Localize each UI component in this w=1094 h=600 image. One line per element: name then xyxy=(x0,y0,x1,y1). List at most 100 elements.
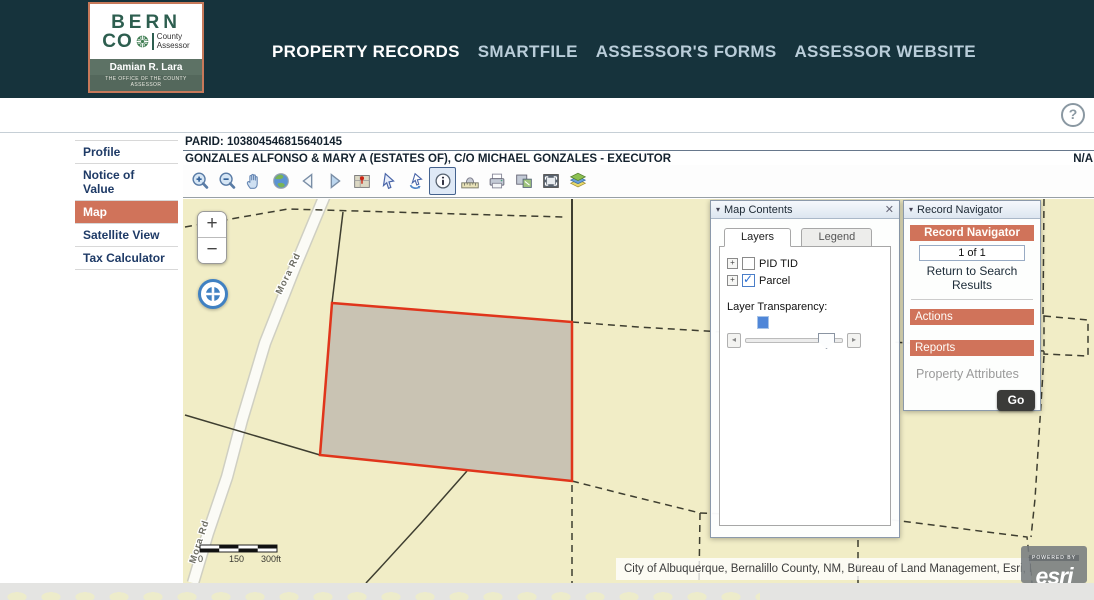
right-value: N/A xyxy=(1073,153,1094,165)
map-zoom-out-button[interactable]: − xyxy=(198,237,226,263)
map-contents-body: Layers Legend + PID TID + ✓ Parcel Layer… xyxy=(711,219,899,526)
reports-section-header[interactable]: Reports xyxy=(910,340,1034,356)
tool-pan[interactable] xyxy=(240,167,267,195)
map-zoom-in-button[interactable]: + xyxy=(198,212,226,237)
target-icon xyxy=(203,284,223,304)
export-map-icon xyxy=(513,170,535,192)
map-canvas[interactable]: Mora Rd Mora Rd 0 150 300ft + − xyxy=(183,199,1094,583)
tool-layers[interactable] xyxy=(564,167,591,195)
record-navigator-titlebar[interactable]: ▾ Record Navigator xyxy=(904,201,1040,219)
scale-bar: 0 150 300ft xyxy=(198,545,282,564)
tool-zoom-out[interactable] xyxy=(213,167,240,195)
logo-line1: BERN xyxy=(111,14,181,32)
logo-tagline: THE OFFICE OF THE COUNTY ASSESSOR xyxy=(90,75,202,91)
county-assessor-logo: BERN CO County xyxy=(88,2,204,93)
map-toolbar xyxy=(183,165,1094,198)
sidebar-item-satellite-view[interactable]: Satellite View xyxy=(75,223,178,246)
map-contents-titlebar[interactable]: ▾ Map Contents ✕ xyxy=(711,201,899,219)
map-contents-panel: ▾ Map Contents ✕ Layers Legend + PID TID xyxy=(710,200,900,538)
parcel-line xyxy=(185,415,320,455)
selected-parcel-polygon[interactable] xyxy=(320,303,572,481)
return-to-search-results-link[interactable]: Return to Search Results xyxy=(909,264,1035,292)
tool-full-extent[interactable] xyxy=(267,167,294,195)
clear-selection-icon xyxy=(405,170,427,192)
sidebar-item-notice-of-value[interactable]: Notice of Value xyxy=(75,163,178,200)
tool-print[interactable] xyxy=(483,167,510,195)
tool-next-extent[interactable] xyxy=(321,167,348,195)
transparency-value-handle[interactable] xyxy=(757,316,769,329)
nav-property-records[interactable]: PROPERTY RECORDS xyxy=(272,42,460,62)
map-contents-title: Map Contents xyxy=(724,204,792,216)
transparency-label: Layer Transparency: xyxy=(727,301,883,313)
record-navigator-banner: Record Navigator xyxy=(910,225,1034,241)
map-attribution: City of Albuquerque, Bernalillo County, … xyxy=(616,558,1031,580)
default-extent-button[interactable] xyxy=(198,279,228,309)
sub-toolbar: ? xyxy=(0,98,1094,133)
full-screen-icon xyxy=(540,170,562,192)
sidebar-item-map[interactable]: Map xyxy=(75,200,178,223)
layers-tab-content: + PID TID + ✓ Parcel Layer Transparency:… xyxy=(719,246,891,526)
parcel-checkbox[interactable]: ✓ xyxy=(742,274,755,287)
record-navigator-panel: ▾ Record Navigator Record Navigator 1 of… xyxy=(903,200,1041,411)
parcel-line xyxy=(332,212,343,303)
layer-label-pid-tid: PID TID xyxy=(759,258,798,270)
help-icon[interactable]: ? xyxy=(1061,103,1085,127)
record-navigator-body: Record Navigator 1 of 1 Return to Search… xyxy=(904,219,1040,415)
overview-map-icon xyxy=(351,170,373,192)
esri-logo: POWERED BY esri xyxy=(1021,546,1087,583)
logo-line2: CO xyxy=(102,32,133,51)
expand-icon[interactable]: + xyxy=(727,258,738,269)
parcel-line xyxy=(366,471,467,583)
slider-right-arrow[interactable]: ▸ xyxy=(847,333,861,348)
slider-track[interactable] xyxy=(745,338,843,343)
zoom-out-icon xyxy=(216,170,238,192)
tab-legend[interactable]: Legend xyxy=(801,228,872,247)
close-icon[interactable]: ✕ xyxy=(885,203,894,216)
sidebar-item-profile[interactable]: Profile xyxy=(75,140,178,163)
tool-previous-extent[interactable] xyxy=(294,167,321,195)
sidebar-item-tax-calculator[interactable]: Tax Calculator xyxy=(75,246,178,269)
assessor-name: Damian R. Lara xyxy=(90,59,202,75)
collapse-icon[interactable]: ▾ xyxy=(716,205,720,214)
globe-icon xyxy=(270,170,292,192)
scale-tick-0: 0 xyxy=(198,554,203,564)
collapse-icon[interactable]: ▾ xyxy=(909,205,913,214)
tool-export-map[interactable] xyxy=(510,167,537,195)
pid-tid-checkbox[interactable] xyxy=(742,257,755,270)
slider-thumb[interactable] xyxy=(818,333,835,349)
tab-layers[interactable]: Layers xyxy=(724,228,791,247)
property-attributes-label: Property Attributes xyxy=(909,367,1035,381)
measure-icon xyxy=(459,170,481,192)
print-icon xyxy=(486,170,508,192)
powered-by-label: POWERED BY xyxy=(1029,555,1079,561)
tool-measure[interactable] xyxy=(456,167,483,195)
tool-full-screen[interactable] xyxy=(537,167,564,195)
parcel-line xyxy=(1044,316,1088,356)
scale-tick-150: 150 xyxy=(229,554,244,564)
check-icon: ✓ xyxy=(743,272,753,286)
tool-clear-selection[interactable] xyxy=(402,167,429,195)
tool-zoom-in[interactable] xyxy=(186,167,213,195)
go-button[interactable]: Go xyxy=(997,390,1035,411)
slider-left-arrow[interactable]: ◂ xyxy=(727,333,741,348)
nav-assessor-website[interactable]: ASSESSOR WEBSITE xyxy=(794,42,975,62)
logo-dept: County Assessor xyxy=(152,33,190,51)
actions-section-header[interactable]: Actions xyxy=(910,309,1034,325)
tool-select[interactable] xyxy=(375,167,402,195)
next-extent-icon xyxy=(324,170,346,192)
nav-smartfile[interactable]: SMARTFILE xyxy=(478,42,578,62)
record-position-field[interactable]: 1 of 1 xyxy=(919,245,1025,261)
nav-assessors-forms[interactable]: ASSESSOR'S FORMS xyxy=(596,42,777,62)
parcel-line xyxy=(185,209,563,227)
identify-icon xyxy=(432,170,454,192)
owner-name: GONZALES ALFONSO & MARY A (ESTATES OF), … xyxy=(185,153,671,165)
scale-tick-300ft: 300ft xyxy=(261,554,282,564)
zoom-in-icon xyxy=(189,170,211,192)
tool-overview-map[interactable] xyxy=(348,167,375,195)
record-header: PARID: 103804546815640145 GONZALES ALFON… xyxy=(183,134,1094,168)
bottom-strip xyxy=(0,583,1094,600)
expand-icon[interactable]: + xyxy=(727,275,738,286)
transparency-slider: ◂ ▸ xyxy=(727,333,883,348)
bottom-pattern xyxy=(0,583,760,600)
tool-identify[interactable] xyxy=(429,167,456,195)
